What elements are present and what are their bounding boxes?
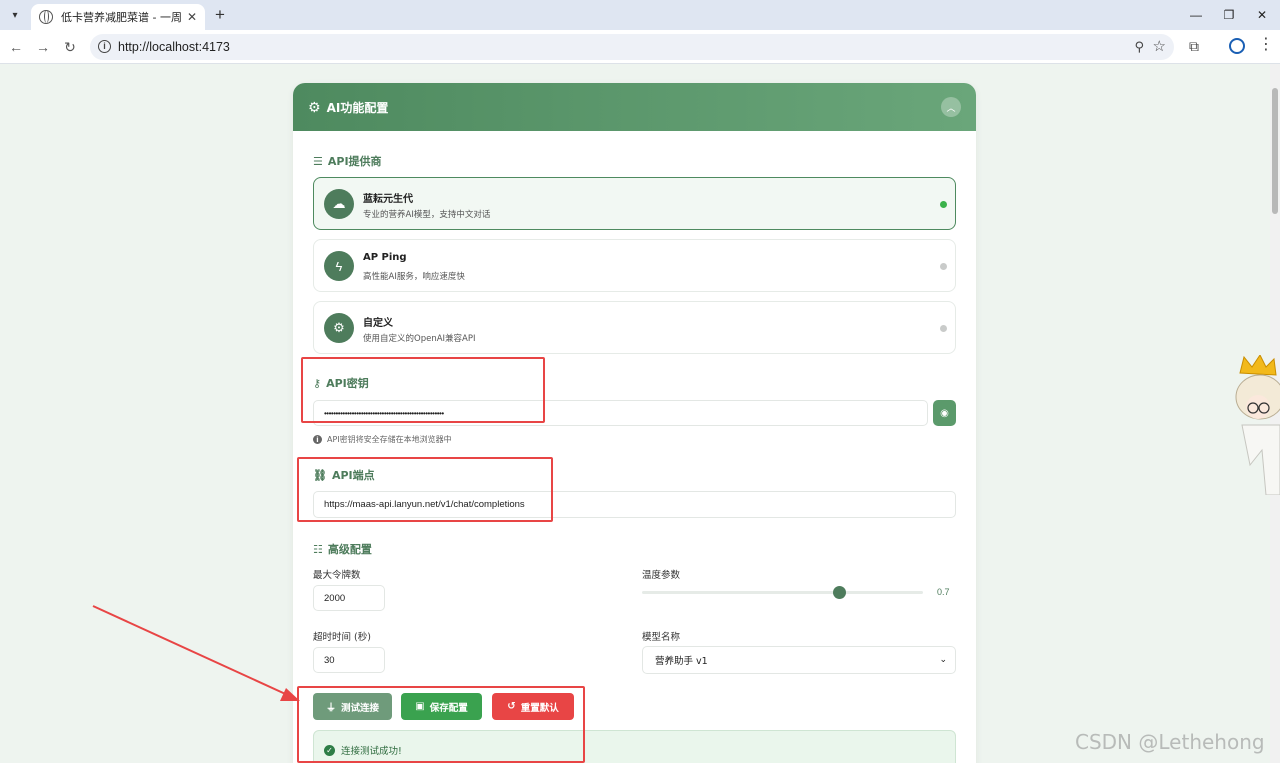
browser-tabstrip: ▾ 低卡营养减肥菜谱 - 一周健康饮 ✕ + — ❐ ✕ — [0, 0, 1280, 30]
menu-kebab-icon[interactable]: ⋮ — [1258, 36, 1274, 54]
site-info-icon[interactable]: i — [98, 40, 111, 53]
url-text: http://localhost:4173 — [118, 40, 230, 54]
max-tokens-input[interactable]: 2000 — [313, 585, 385, 611]
toggle-visibility-eye-icon[interactable]: ◉ — [933, 400, 956, 426]
info-icon: i — [313, 435, 322, 444]
gear-icon: ⚙ — [324, 313, 354, 343]
temperature-label: 温度参数 — [642, 570, 681, 581]
api-key-input[interactable]: ••••••••••••••••••••••••••••••••••••••••… — [313, 400, 928, 426]
provider-desc: 使用自定义的OpenAI兼容API — [363, 334, 476, 344]
provider-name: 自定义 — [363, 318, 393, 329]
api-key-label: ⚷ API密钥 — [313, 376, 369, 391]
bolt-icon: ϟ — [324, 251, 354, 281]
new-tab-button[interactable]: + — [210, 5, 230, 25]
provider-desc: 专业的营养AI模型，支持中文对话 — [363, 210, 491, 220]
provider-status-dot — [940, 325, 947, 332]
endpoint-label: ⛓ API端点 — [313, 468, 375, 483]
provider-desc: 高性能AI服务，响应速度快 — [363, 272, 465, 282]
profile-icon[interactable] — [1229, 38, 1245, 54]
card-header[interactable]: ⚙ AI功能配置 ︿ — [293, 83, 976, 131]
server-icon: ☰ — [313, 154, 323, 168]
provider-option-lanyun[interactable]: ☁ 蓝耘元生代 专业的营养AI模型，支持中文对话 — [313, 177, 956, 230]
provider-status-dot — [940, 263, 947, 270]
provider-name: AP Ping — [363, 252, 407, 263]
reload-button[interactable]: ↻ — [60, 37, 80, 57]
timeout-input[interactable]: 30 — [313, 647, 385, 673]
close-tab-icon[interactable]: ✕ — [187, 10, 197, 24]
save-icon: ▣ — [415, 701, 425, 712]
key-icon: ⚷ — [313, 376, 322, 390]
success-message: ✓ 连接测试成功! — [313, 730, 956, 763]
check-circle-icon: ✓ — [324, 744, 335, 756]
provider-section-label: ☰ API提供商 — [313, 154, 382, 169]
endpoint-input[interactable]: https://maas-api.lanyun.net/v1/chat/comp… — [313, 491, 956, 518]
ai-config-card: ⚙ AI功能配置 ︿ ☰ API提供商 ☁ 蓝耘元生代 专业的营养AI模型，支持… — [293, 83, 976, 763]
provider-option-apping[interactable]: ϟ AP Ping 高性能AI服务，响应速度快 — [313, 239, 956, 292]
forward-button[interactable]: → — [33, 37, 53, 57]
collapse-chevron-up-icon[interactable]: ︿ — [941, 97, 961, 117]
undo-icon: ↺ — [507, 701, 516, 712]
model-label: 模型名称 — [642, 632, 681, 643]
browser-tab[interactable]: 低卡营养减肥菜谱 - 一周健康饮 ✕ — [31, 4, 205, 30]
provider-status-dot — [940, 201, 947, 208]
save-config-button[interactable]: ▣ 保存配置 — [401, 693, 482, 720]
chevron-down-icon: ⌄ — [939, 655, 947, 665]
mascot-character-image — [1235, 355, 1280, 495]
close-window-button[interactable]: ✕ — [1244, 0, 1280, 30]
temperature-slider[interactable] — [642, 586, 923, 599]
temperature-value: 0.7 — [937, 587, 950, 597]
tab-search-button[interactable]: ▾ — [5, 5, 25, 25]
reset-default-button[interactable]: ↺ 重置默认 — [492, 693, 574, 720]
max-tokens-label: 最大令牌数 — [313, 570, 361, 581]
bookmark-star-icon[interactable]: ☆ — [1153, 37, 1166, 55]
zoom-icon[interactable]: ⚲ — [1134, 39, 1144, 55]
gear-icon: ⚙ — [308, 98, 321, 115]
sliders-icon: ☷ — [313, 542, 323, 556]
test-connection-button[interactable]: ⏚ 测试连接 — [313, 693, 392, 720]
cloud-icon: ☁ — [324, 189, 354, 219]
minimize-button[interactable]: — — [1178, 0, 1214, 30]
tab-title: 低卡营养减肥菜谱 - 一周健康饮 — [61, 11, 181, 24]
browser-toolbar: ← → ↻ i http://localhost:4173 ⚲ ☆ — [0, 30, 1280, 64]
advanced-section-label: ☷ 高级配置 — [313, 542, 372, 557]
card-title: AI功能配置 — [326, 100, 389, 115]
restore-button[interactable]: ❐ — [1211, 0, 1247, 30]
back-button[interactable]: ← — [6, 37, 26, 57]
extensions-icon[interactable]: ⧉ — [1189, 38, 1199, 55]
globe-icon — [39, 10, 53, 24]
provider-name: 蓝耘元生代 — [363, 194, 413, 205]
slider-thumb[interactable] — [832, 586, 846, 599]
address-bar[interactable]: i http://localhost:4173 ⚲ ☆ — [90, 34, 1174, 60]
model-select[interactable]: 营养助手 v1 ⌄ — [642, 646, 956, 674]
scrollbar-thumb[interactable] — [1272, 88, 1278, 214]
plug-icon: ⏚ — [325, 703, 336, 714]
timeout-label: 超时时间 (秒) — [313, 632, 371, 643]
provider-option-custom[interactable]: ⚙ 自定义 使用自定义的OpenAI兼容API — [313, 301, 956, 354]
watermark: CSDN @Lethehong — [1075, 730, 1265, 754]
link-icon: ⛓ — [313, 468, 327, 482]
api-key-hint: i API密钥将安全存储在本地浏览器中 — [313, 434, 452, 445]
